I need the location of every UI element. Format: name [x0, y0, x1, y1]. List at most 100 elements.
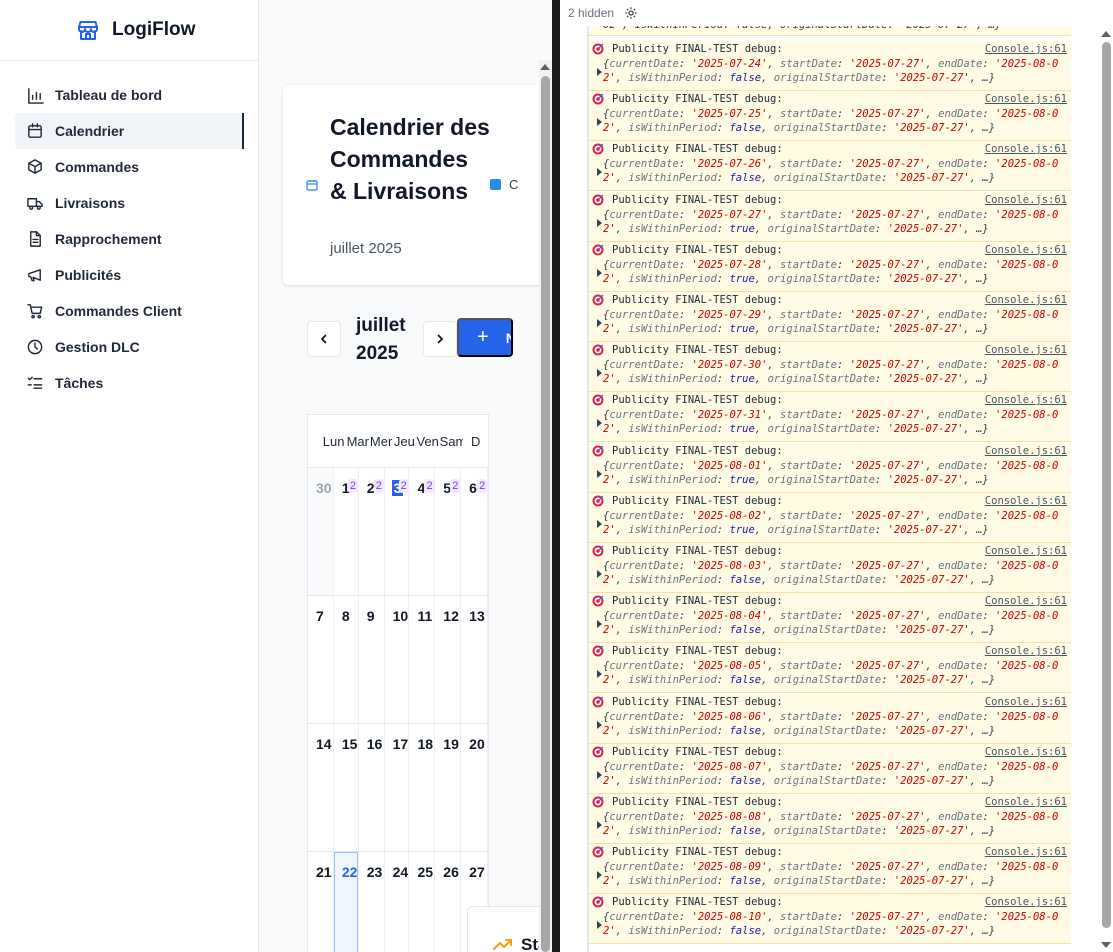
next-month-button[interactable]: [423, 321, 457, 357]
expand-caret-icon[interactable]: [597, 469, 602, 478]
page-scrollbar-thumb[interactable]: [541, 76, 550, 952]
log-object-preview[interactable]: {currentDate: '2025-08-06', startDate: '…: [603, 710, 1069, 738]
console-log-entry[interactable]: Publicity FINAL-TEST debug: Console.js:61…: [589, 292, 1071, 342]
calendar-day-cell[interactable]: 30: [308, 468, 334, 595]
log-source-link[interactable]: Console.js:61: [985, 244, 1067, 256]
calendar-day-cell[interactable]: 13: [461, 596, 488, 723]
expand-caret-icon[interactable]: [597, 118, 602, 127]
log-source-link[interactable]: Console.js:61: [985, 143, 1067, 155]
calendar-day-cell[interactable]: 52: [435, 468, 462, 595]
calendar-day-cell[interactable]: 22: [333, 852, 359, 952]
log-object-preview[interactable]: {currentDate: '2025-07-30', startDate: '…: [603, 358, 1069, 386]
expand-caret-icon[interactable]: [597, 770, 602, 779]
calendar-day-cell[interactable]: 12: [435, 596, 462, 723]
calendar-day-cell[interactable]: 23: [359, 852, 385, 952]
scroll-up-arrow-icon[interactable]: [540, 64, 550, 70]
log-source-link[interactable]: Console.js:61: [985, 896, 1067, 908]
calendar-day-cell[interactable]: 19: [435, 724, 462, 851]
calendar-day-cell[interactable]: 22: [359, 468, 385, 595]
calendar-day-cell[interactable]: 20: [461, 724, 488, 851]
log-source-link[interactable]: Console.js:61: [985, 344, 1067, 356]
sidebar-item-commandes[interactable]: Commandes: [15, 149, 244, 185]
expand-caret-icon[interactable]: [597, 419, 602, 428]
event-count-badge[interactable]: 2: [477, 479, 488, 493]
log-source-link[interactable]: Console.js:61: [985, 445, 1067, 457]
expand-caret-icon[interactable]: [597, 921, 602, 930]
log-source-link[interactable]: Console.js:61: [985, 796, 1067, 808]
sidebar-item-livraisons[interactable]: Livraisons: [15, 185, 244, 221]
log-object-preview[interactable]: {currentDate: '2025-07-31', startDate: '…: [603, 408, 1069, 436]
pane-splitter[interactable]: [552, 0, 560, 952]
console-log-entry[interactable]: Publicity FINAL-TEST debug: Console.js:61…: [589, 794, 1071, 844]
calendar-day-cell[interactable]: 32: [385, 468, 410, 595]
console-log-entry[interactable]: Publicity FINAL-TEST debug: Console.js:61…: [589, 593, 1071, 644]
log-object-preview[interactable]: {currentDate: '2025-07-29', startDate: '…: [603, 308, 1069, 336]
console-log-entry[interactable]: Publicity FINAL-TEST debug: Console.js:61…: [589, 41, 1071, 91]
console-log-entry[interactable]: Publicity FINAL-TEST debug: Console.js:61…: [589, 442, 1071, 493]
calendar-day-cell[interactable]: 14: [308, 724, 334, 851]
calendar-day-cell[interactable]: 11: [409, 596, 436, 723]
sidebar-item-gestion-dlc[interactable]: Gestion DLC: [15, 329, 244, 365]
log-object-preview[interactable]: {currentDate: '2025-08-10', startDate: '…: [603, 910, 1069, 938]
hidden-messages-count[interactable]: 2 hidden: [568, 6, 614, 20]
calendar-day-cell[interactable]: 17: [385, 724, 410, 851]
console-log-entry[interactable]: Publicity FINAL-TEST debug: Console.js:61…: [589, 492, 1071, 543]
gear-icon[interactable]: [624, 6, 638, 20]
expand-caret-icon[interactable]: [597, 319, 602, 327]
log-source-link[interactable]: Console.js:61: [985, 645, 1067, 657]
calendar-day-cell[interactable]: 25: [409, 852, 436, 952]
sidebar-item-rapprochement[interactable]: Rapprochement: [15, 221, 244, 257]
calendar-day-cell[interactable]: 8: [334, 596, 359, 723]
log-object-preview[interactable]: {currentDate: '2025-08-05', startDate: '…: [603, 659, 1069, 687]
log-source-link[interactable]: Console.js:61: [985, 93, 1067, 105]
log-source-link[interactable]: Console.js:61: [985, 394, 1067, 406]
brand[interactable]: LogiFlow: [0, 0, 258, 61]
expand-caret-icon[interactable]: [597, 68, 602, 76]
log-object-preview[interactable]: {currentDate: '2025-07-25', startDate: '…: [603, 107, 1069, 135]
expand-caret-icon[interactable]: [597, 720, 602, 729]
calendar-day-cell[interactable]: 62: [461, 468, 488, 595]
console-log-entry[interactable]: Publicity FINAL-TEST debug: Console.js:61…: [589, 141, 1071, 192]
sidebar-item-commandes-client[interactable]: Commandes Client: [15, 293, 244, 329]
expand-caret-icon[interactable]: [597, 570, 602, 578]
log-source-link[interactable]: Console.js:61: [985, 746, 1067, 758]
log-source-link[interactable]: Console.js:61: [985, 43, 1067, 55]
log-source-link[interactable]: Console.js:61: [985, 595, 1067, 607]
console-log-entry[interactable]: Publicity FINAL-TEST debug: Console.js:61…: [589, 693, 1071, 744]
event-count-badge[interactable]: 2: [424, 479, 435, 493]
log-object-preview[interactable]: {currentDate: '2025-08-02', startDate: '…: [603, 509, 1069, 537]
console-log-entry[interactable]: Publicity FINAL-TEST debug: Console.js:61…: [589, 894, 1071, 945]
console-log-entry[interactable]: Publicity FINAL-TEST debug: Console.js:61…: [589, 241, 1071, 292]
console-log-entry[interactable]: Publicity FINAL-TEST debug: Console.js:61…: [589, 844, 1071, 895]
sidebar-item-taches[interactable]: Tâches: [15, 365, 244, 401]
calendar-day-cell[interactable]: 15: [334, 724, 359, 851]
console-log-entry[interactable]: Publicity FINAL-TEST debug: Console.js:61…: [589, 191, 1071, 242]
log-object-preview[interactable]: {currentDate: '2025-07-28', startDate: '…: [603, 258, 1069, 286]
sidebar-item-calendrier[interactable]: Calendrier: [15, 113, 244, 149]
expand-caret-icon[interactable]: [597, 821, 602, 829]
log-source-link[interactable]: Console.js:61: [985, 294, 1067, 306]
calendar-day-cell[interactable]: 42: [409, 468, 436, 595]
log-object-preview[interactable]: {currentDate: '2025-08-01', startDate: '…: [603, 459, 1069, 487]
expand-caret-icon[interactable]: [597, 218, 602, 227]
scroll-up-arrow-icon[interactable]: [1101, 31, 1111, 37]
console-scrollbar-thumb[interactable]: [1102, 42, 1111, 928]
calendar-day-cell[interactable]: 24: [385, 852, 410, 952]
log-object-preview[interactable]: {currentDate: '2025-08-04', startDate: '…: [603, 609, 1069, 637]
expand-caret-icon[interactable]: [597, 268, 602, 277]
console-log-entry[interactable]: Publicity FINAL-TEST debug: Console.js:61…: [589, 342, 1071, 393]
calendar-day-cell[interactable]: 10: [385, 596, 410, 723]
log-object-preview[interactable]: {currentDate: '2025-07-24', startDate: '…: [603, 57, 1069, 85]
log-object-preview[interactable]: {currentDate: '2025-08-08', startDate: '…: [603, 810, 1069, 838]
calendar-day-cell[interactable]: 12: [334, 468, 359, 595]
log-source-link[interactable]: Console.js:61: [985, 495, 1067, 507]
log-object-preview[interactable]: {currentDate: '2025-07-27', startDate: '…: [603, 208, 1069, 236]
expand-caret-icon[interactable]: [597, 168, 602, 177]
expand-caret-icon[interactable]: [597, 871, 602, 880]
event-count-badge[interactable]: 2: [398, 479, 409, 493]
calendar-day-cell[interactable]: 21: [308, 852, 334, 952]
calendar-day-cell[interactable]: 7: [308, 596, 334, 723]
expand-caret-icon[interactable]: [597, 670, 602, 679]
previous-month-button[interactable]: [307, 321, 341, 357]
log-object-preview[interactable]: {currentDate: '2025-08-09', startDate: '…: [603, 860, 1069, 888]
